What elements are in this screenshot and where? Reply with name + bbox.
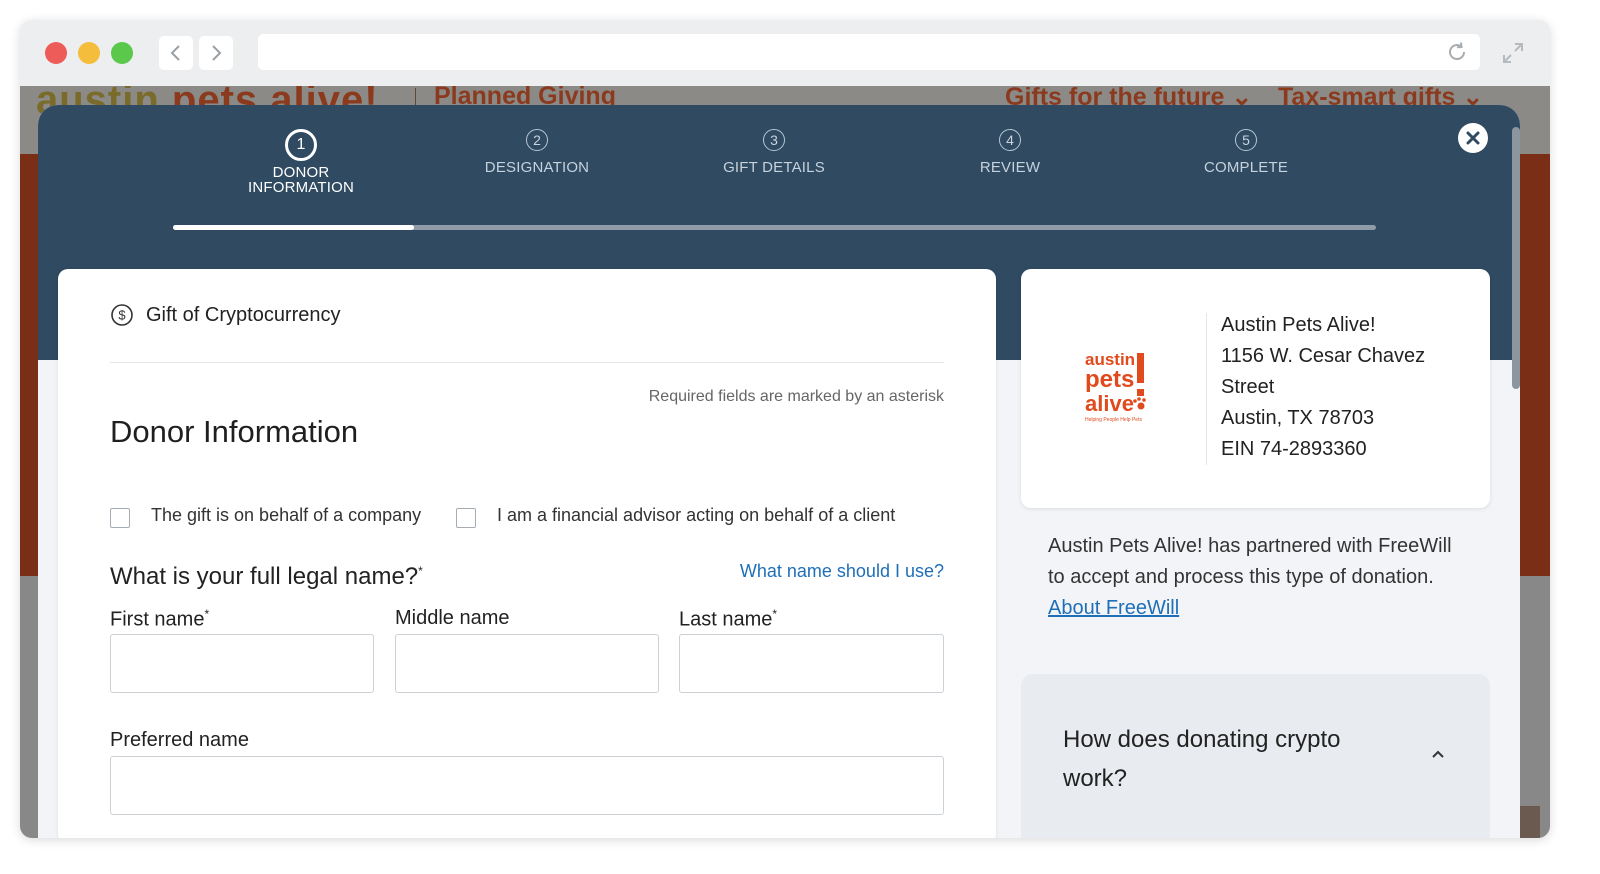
preferred-name-label: Preferred name <box>110 729 249 751</box>
divider <box>110 362 944 363</box>
expand-icon[interactable] <box>1502 42 1524 64</box>
chevron-up-icon[interactable] <box>1431 749 1445 759</box>
step-number: 4 <box>999 129 1021 151</box>
maximize-window-button[interactable] <box>111 42 133 64</box>
faq-accordion[interactable]: How does donating crypto work? <box>1021 674 1490 838</box>
address-bar[interactable] <box>258 34 1480 70</box>
step-designation[interactable]: 2 DESIGNATION <box>427 129 647 175</box>
name-help-link[interactable]: What name should I use? <box>740 561 944 582</box>
step-donor-information[interactable]: 1 DONOR INFORMATION <box>191 129 411 195</box>
gift-type-label: Gift of Cryptocurrency <box>146 303 341 326</box>
dollar-circle-icon: $ <box>111 304 133 326</box>
step-number: 3 <box>763 129 785 151</box>
org-name: Austin Pets Alive! <box>1221 314 1376 336</box>
middle-name-label: Middle name <box>395 607 510 629</box>
step-review[interactable]: 4 REVIEW <box>900 129 1120 175</box>
close-icon <box>1466 131 1480 145</box>
progress-bar <box>173 225 1376 230</box>
scrollbar-thumb[interactable] <box>1512 127 1520 389</box>
step-label: DESIGNATION <box>484 159 590 176</box>
austin-pets-alive-logo: austin pets alive Helping People Help Pe… <box>1085 350 1146 423</box>
partner-note: Austin Pets Alive! has partnered with Fr… <box>1048 531 1468 624</box>
required-note: Required fields are marked by an asteris… <box>648 388 944 405</box>
step-number: 5 <box>1235 129 1257 151</box>
name-question-text: What is your full legal name? <box>110 563 419 590</box>
first-name-label-text: First name <box>110 608 205 631</box>
gift-type-header: $ Gift of Cryptocurrency <box>110 303 341 327</box>
partner-text: Austin Pets Alive! has partnered with Fr… <box>1048 535 1452 588</box>
last-name-input[interactable] <box>679 634 944 693</box>
last-name-label: Last name* <box>679 607 777 632</box>
advisor-checkbox-label[interactable]: I am a financial advisor acting on behal… <box>497 505 895 526</box>
step-label: REVIEW <box>979 159 1041 176</box>
company-checkbox[interactable] <box>110 508 130 528</box>
organization-card: austin pets alive Helping People Help Pe… <box>1021 269 1490 508</box>
browser-toolbar <box>20 20 1550 86</box>
minimize-window-button[interactable] <box>78 42 100 64</box>
org-address-line2: Street <box>1221 376 1275 398</box>
step-number: 2 <box>526 129 548 151</box>
step-complete[interactable]: 5 COMPLETE <box>1136 129 1356 175</box>
middle-name-input[interactable] <box>395 634 659 693</box>
required-asterisk: * <box>418 564 423 578</box>
preferred-name-input[interactable] <box>110 756 944 815</box>
browser-window: austin pets alive! Planned Giving Gifts … <box>20 20 1550 838</box>
organization-info: Austin Pets Alive! 1156 W. Cesar Chavez … <box>1221 310 1471 465</box>
first-name-input[interactable] <box>110 634 374 693</box>
donation-modal: 1 DONOR INFORMATION 2 DESIGNATION 3 GIFT … <box>38 105 1520 838</box>
step-number: 1 <box>285 129 317 161</box>
close-modal-button[interactable] <box>1458 123 1488 153</box>
divider <box>1206 313 1207 465</box>
last-name-label-text: Last name <box>679 608 773 631</box>
svg-text:alive: alive <box>1085 391 1134 416</box>
chevron-right-icon <box>212 45 222 61</box>
org-address-line1: 1156 W. Cesar Chavez <box>1221 345 1426 367</box>
step-label: GIFT DETAILS <box>723 159 825 176</box>
org-ein: EIN 74-2893360 <box>1221 438 1367 460</box>
chevron-left-icon <box>170 45 180 61</box>
svg-text:$: $ <box>118 308 126 323</box>
reload-icon[interactable] <box>1446 41 1468 63</box>
required-asterisk: * <box>772 607 778 621</box>
faq-question: How does donating crypto work? <box>1063 726 1341 792</box>
donor-form-card: $ Gift of Cryptocurrency Required fields… <box>58 269 996 838</box>
first-name-label: First name* <box>110 607 209 632</box>
back-button[interactable] <box>159 36 193 70</box>
about-freewill-link[interactable]: About FreeWill <box>1048 597 1179 619</box>
web-page: austin pets alive! Planned Giving Gifts … <box>20 86 1550 838</box>
step-gift-details[interactable]: 3 GIFT DETAILS <box>664 129 884 175</box>
forward-button[interactable] <box>199 36 233 70</box>
svg-text:pets: pets <box>1085 366 1134 393</box>
company-checkbox-label[interactable]: The gift is on behalf of a company <box>151 505 421 526</box>
advisor-checkbox[interactable] <box>456 508 476 528</box>
required-asterisk: * <box>204 607 210 621</box>
section-title: Donor Information <box>110 414 359 449</box>
progress-fill <box>173 225 414 230</box>
logo-tagline: Helping People Help Pets <box>1085 417 1142 423</box>
stepper: 1 DONOR INFORMATION 2 DESIGNATION 3 GIFT … <box>38 129 1520 229</box>
close-window-button[interactable] <box>45 42 67 64</box>
step-label: DONOR INFORMATION <box>247 164 355 196</box>
step-label: COMPLETE <box>1203 159 1289 176</box>
org-city: Austin, TX 78703 <box>1221 407 1375 429</box>
name-question: What is your full legal name?* <box>110 563 423 591</box>
